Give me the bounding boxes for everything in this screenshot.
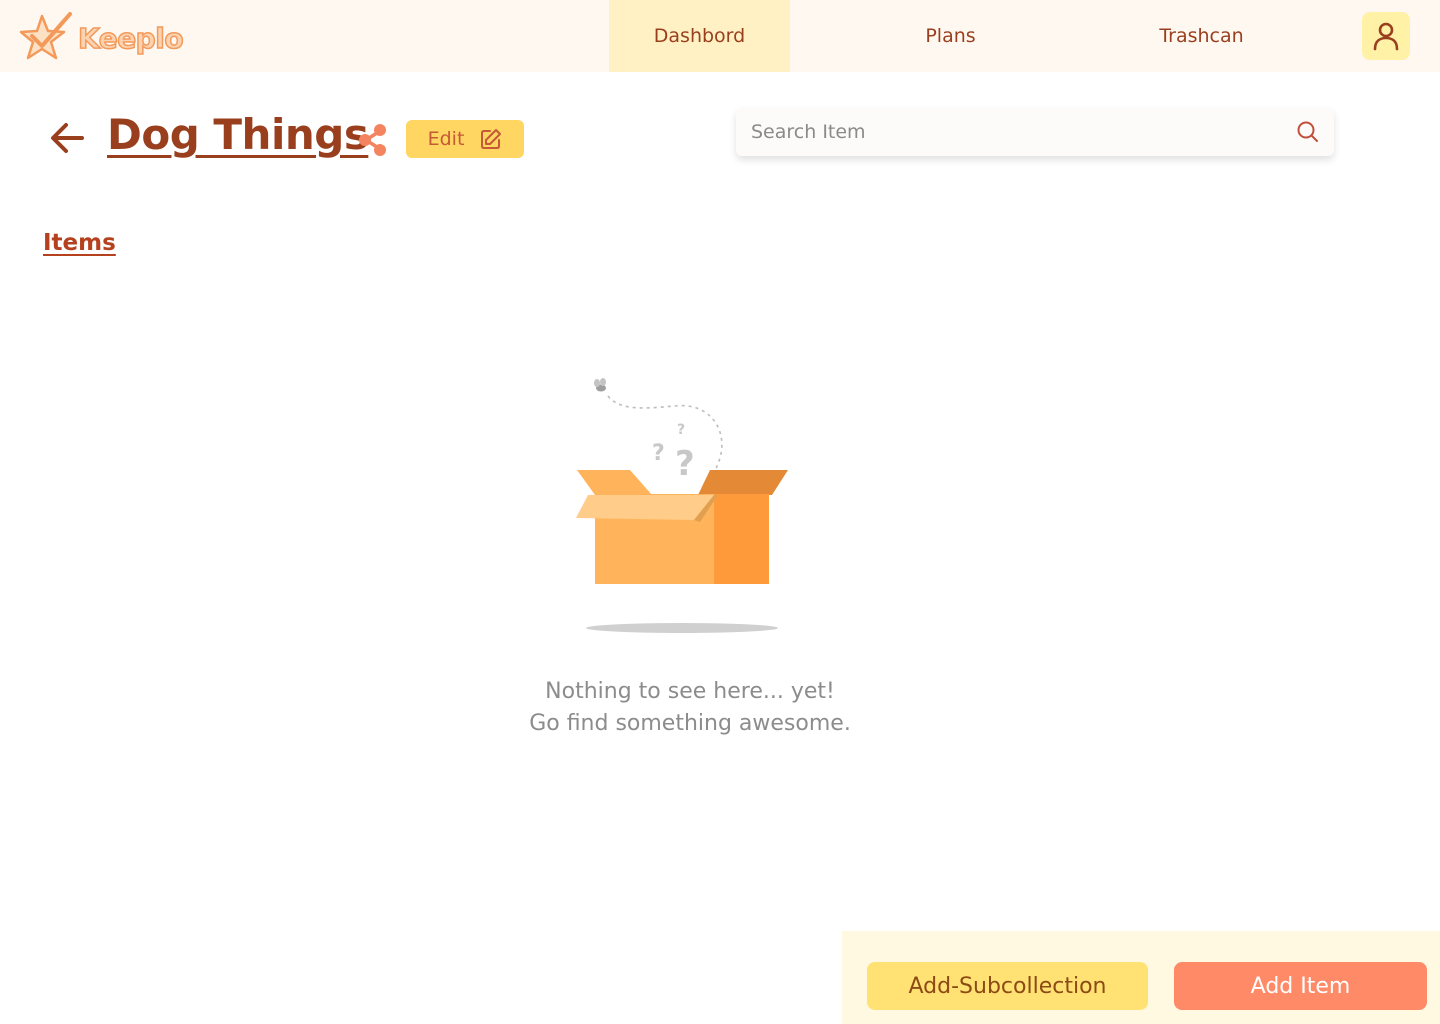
- search-bar: [736, 108, 1334, 156]
- arrow-left-icon: [51, 123, 84, 153]
- app-logo[interactable]: Keeplo: [18, 10, 184, 66]
- add-subcollection-label: Add-Subcollection: [908, 973, 1107, 999]
- user-icon: [1373, 22, 1399, 51]
- page-title: Dog Things: [107, 110, 369, 159]
- tab-plans[interactable]: Plans: [860, 0, 1041, 72]
- svg-text:?: ?: [652, 441, 665, 466]
- empty-box-illustration: ? ? ?: [576, 378, 788, 633]
- add-subcollection-button[interactable]: Add-Subcollection: [867, 962, 1148, 1010]
- fly-icon: [594, 378, 606, 392]
- back-button[interactable]: [48, 118, 88, 158]
- tab-trashcan-label: Trashcan: [1159, 25, 1244, 47]
- tab-dashboard-label: Dashbord: [653, 25, 746, 47]
- empty-state-line-1: Nothing to see here... yet!: [545, 679, 835, 704]
- edit-button-label: Edit: [427, 128, 465, 150]
- tab-plans-label: Plans: [925, 25, 976, 47]
- edit-icon: [481, 129, 502, 149]
- star-check-icon: [19, 12, 72, 60]
- profile-button[interactable]: [1362, 12, 1410, 60]
- items-section-link[interactable]: Items: [43, 230, 116, 256]
- edit-button[interactable]: Edit: [406, 120, 524, 158]
- add-item-button[interactable]: Add Item: [1174, 962, 1427, 1010]
- add-item-label: Add Item: [1250, 973, 1351, 999]
- svg-text:?: ?: [675, 444, 695, 484]
- empty-state-message: Nothing to see here... yet! Go find some…: [440, 676, 940, 740]
- search-input[interactable]: [751, 121, 1296, 143]
- empty-state-line-2: Go find something awesome.: [529, 711, 851, 736]
- top-navigation-bar: Keeplo Dashbord Plans Trashcan: [0, 0, 1440, 72]
- app-name: Keeplo: [77, 21, 184, 56]
- tab-trashcan[interactable]: Trashcan: [1111, 0, 1292, 72]
- svg-text:?: ?: [677, 422, 685, 438]
- share-icon: [359, 124, 386, 156]
- share-button[interactable]: [356, 122, 390, 158]
- search-icon[interactable]: [1296, 120, 1320, 144]
- tab-dashboard[interactable]: Dashbord: [609, 0, 790, 72]
